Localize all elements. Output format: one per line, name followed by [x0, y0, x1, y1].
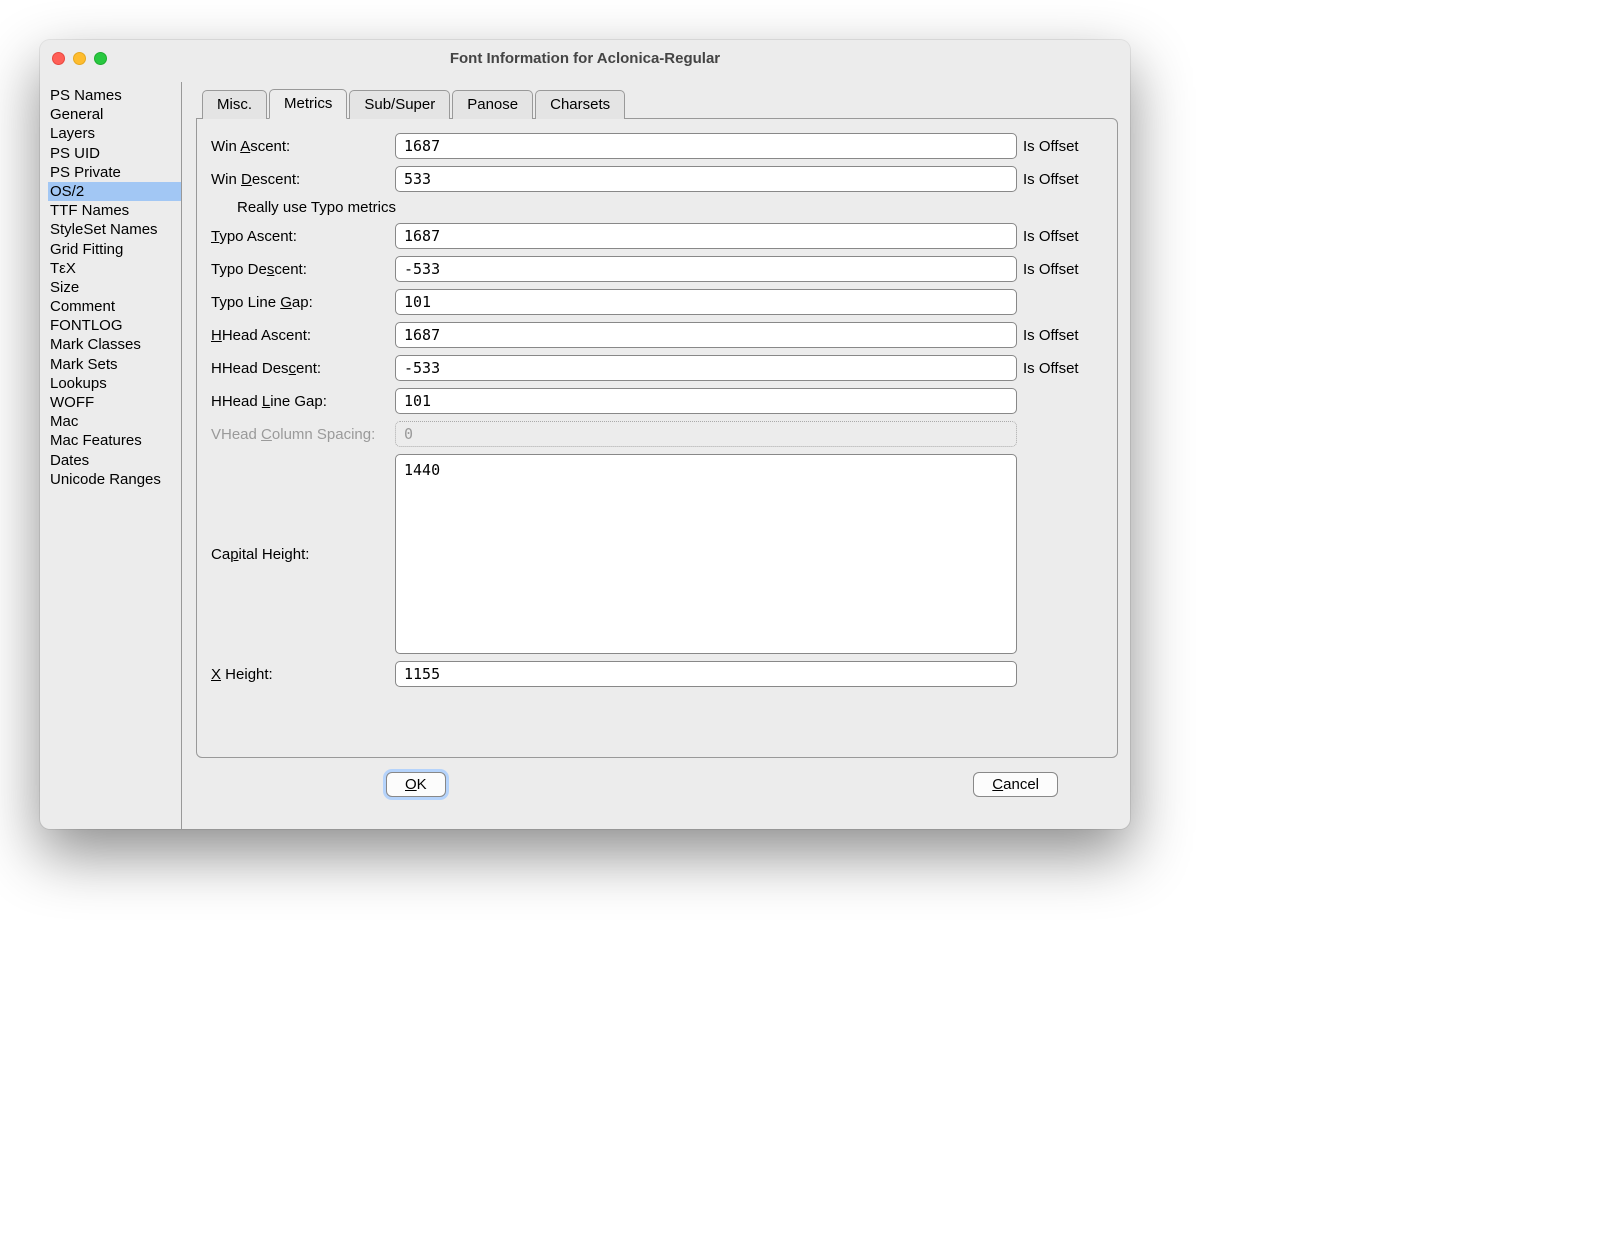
really-use-typo-row[interactable]: Really use Typo metrics: [237, 199, 1103, 216]
x-height-input[interactable]: [395, 661, 1017, 687]
window-title: Font Information for Aclonica-Regular: [40, 50, 1130, 67]
hhead-descent-label: HHead Descent:: [211, 360, 389, 377]
win-ascent-input[interactable]: [395, 133, 1017, 159]
sidebar-item-mac[interactable]: Mac: [48, 412, 181, 431]
tab-subsuper[interactable]: Sub/Super: [349, 90, 450, 119]
ok-button[interactable]: OK: [386, 772, 446, 797]
hhead-ascent-input[interactable]: [395, 322, 1017, 348]
sidebar-item-grid-fitting[interactable]: Grid Fitting: [48, 240, 181, 259]
close-icon[interactable]: [52, 52, 65, 65]
zoom-icon[interactable]: [94, 52, 107, 65]
sidebar-item-tex[interactable]: TεX: [48, 259, 181, 278]
typo-descent-label: Typo Descent:: [211, 261, 389, 278]
hhead-ascent-offset-label[interactable]: Is Offset: [1023, 327, 1103, 344]
sidebar-item-layers[interactable]: Layers: [48, 124, 181, 143]
tab-misc[interactable]: Misc.: [202, 90, 267, 119]
sidebar-item-dates[interactable]: Dates: [48, 451, 181, 470]
tab-panose[interactable]: Panose: [452, 90, 533, 119]
sidebar-item-ttf-names[interactable]: TTF Names: [48, 201, 181, 220]
sidebar-item-ps-uid[interactable]: PS UID: [48, 144, 181, 163]
sidebar-item-ps-private[interactable]: PS Private: [48, 163, 181, 182]
tab-charsets[interactable]: Charsets: [535, 90, 625, 119]
really-use-typo-label: Really use Typo metrics: [237, 199, 396, 216]
metrics-panel: Win Ascent: Is Offset Win Descent: Is Of…: [196, 118, 1118, 758]
tab-bar: Misc. Metrics Sub/Super Panose Charsets: [202, 88, 1118, 118]
vhead-col-label: VHead Column Spacing:: [211, 426, 399, 443]
sidebar-item-mark-sets[interactable]: Mark Sets: [48, 355, 181, 374]
sidebar-item-os2[interactable]: OS/2: [48, 182, 181, 201]
main-panel: Misc. Metrics Sub/Super Panose Charsets …: [182, 82, 1130, 829]
sidebar-item-woff[interactable]: WOFF: [48, 393, 181, 412]
sidebar-item-lookups[interactable]: Lookups: [48, 374, 181, 393]
tab-metrics[interactable]: Metrics: [269, 89, 347, 119]
cancel-button[interactable]: Cancel: [973, 772, 1058, 797]
sidebar-item-comment[interactable]: Comment: [48, 297, 181, 316]
hhead-descent-input[interactable]: [395, 355, 1017, 381]
typo-ascent-input[interactable]: [395, 223, 1017, 249]
x-height-label: X Height:: [211, 666, 389, 683]
sidebar-item-general[interactable]: General: [48, 105, 181, 124]
hhead-linegap-label: HHead Line Gap:: [211, 393, 389, 410]
hhead-ascent-label: HHead Ascent:: [211, 327, 389, 344]
typo-ascent-offset-label[interactable]: Is Offset: [1023, 228, 1103, 245]
sidebar-item-size[interactable]: Size: [48, 278, 181, 297]
sidebar-item-ps-names[interactable]: PS Names: [48, 86, 181, 105]
sidebar-item-unicode-ranges[interactable]: Unicode Ranges: [48, 470, 181, 489]
typo-ascent-label: Typo Ascent:: [211, 228, 389, 245]
hhead-linegap-input[interactable]: [395, 388, 1017, 414]
traffic-lights: [52, 52, 107, 65]
typo-linegap-input[interactable]: [395, 289, 1017, 315]
sidebar-item-fontlog[interactable]: FONTLOG: [48, 316, 181, 335]
sidebar-item-styleset-names[interactable]: StyleSet Names: [48, 220, 181, 239]
typo-linegap-label: Typo Line Gap:: [211, 294, 389, 311]
minimize-icon[interactable]: [73, 52, 86, 65]
hhead-descent-offset-label[interactable]: Is Offset: [1023, 360, 1103, 377]
sidebar: PS Names General Layers PS UID PS Privat…: [40, 82, 182, 829]
cap-height-label: Capital Height:: [211, 546, 389, 563]
win-descent-label: Win Descent:: [211, 171, 389, 188]
typo-descent-offset-label[interactable]: Is Offset: [1023, 261, 1103, 278]
win-descent-offset-label[interactable]: Is Offset: [1023, 171, 1103, 188]
vhead-col-input: [395, 421, 1017, 447]
typo-descent-input[interactable]: [395, 256, 1017, 282]
titlebar: Font Information for Aclonica-Regular: [40, 40, 1130, 76]
sidebar-item-mark-classes[interactable]: Mark Classes: [48, 335, 181, 354]
font-info-window: Font Information for Aclonica-Regular PS…: [40, 40, 1130, 829]
footer: OK Cancel: [196, 758, 1118, 817]
cap-height-input[interactable]: [395, 454, 1017, 654]
sidebar-item-mac-features[interactable]: Mac Features: [48, 431, 181, 450]
win-ascent-label: Win Ascent:: [211, 138, 389, 155]
win-descent-input[interactable]: [395, 166, 1017, 192]
win-ascent-offset-label[interactable]: Is Offset: [1023, 138, 1103, 155]
